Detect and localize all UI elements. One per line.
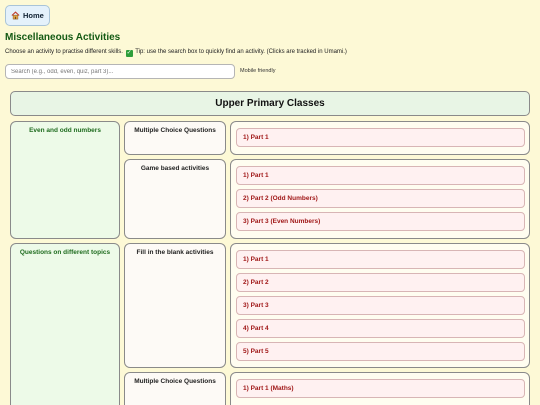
activity-link[interactable]: 1) Part 1: [236, 166, 525, 185]
type-mcq: Multiple Choice Questions: [124, 372, 226, 405]
type-label: Game based activities: [140, 165, 210, 172]
activity-link[interactable]: 1) Part 1: [236, 250, 525, 269]
search-input[interactable]: [5, 64, 235, 79]
type-fill-in-blank: Fill in the blank activities: [124, 243, 226, 368]
section-header: Upper Primary Classes: [10, 91, 530, 116]
intro-text-tip: Tip: use the search box to quickly find …: [135, 49, 347, 55]
parts-list: 1) Part 1 2) Part 2 3) Part 3 4) Part 4 …: [230, 243, 530, 368]
page-title: Miscellaneous Activities: [5, 32, 121, 43]
activity-link[interactable]: 4) Part 4: [236, 319, 525, 338]
activity-link[interactable]: 2) Part 2 (Odd Numbers): [236, 189, 525, 208]
intro-text-start: Choose an activity to practise different…: [5, 49, 123, 55]
activity-link[interactable]: 3) Part 3 (Even Numbers): [236, 212, 525, 231]
mobile-friendly-note: Mobile friendly: [240, 68, 276, 74]
checkmark-icon: ✓: [125, 50, 133, 57]
home-button[interactable]: Home: [5, 5, 50, 26]
activity-link[interactable]: 1) Part 1 (Maths): [236, 379, 525, 398]
topic-different-topics: Questions on different topics: [10, 243, 120, 405]
topic-label: Questions on different topics: [19, 249, 111, 256]
activity-link[interactable]: 1) Part 1: [236, 128, 525, 147]
activity-link[interactable]: 2) Part 2: [236, 273, 525, 292]
activity-link[interactable]: 5) Part 5: [236, 342, 525, 361]
topic-even-odd: Even and odd numbers: [10, 121, 120, 239]
activity-link[interactable]: 3) Part 3: [236, 296, 525, 315]
intro-text: Choose an activity to practise different…: [5, 49, 347, 57]
type-label: Multiple Choice Questions: [134, 127, 216, 134]
topic-label: Even and odd numbers: [29, 127, 101, 134]
parts-list: 1) Part 1 2) Part 2 (Odd Numbers) 3) Par…: [230, 159, 530, 239]
parts-list: 1) Part 1 (Maths): [230, 372, 530, 405]
type-mcq: Multiple Choice Questions: [124, 121, 226, 155]
type-label: Fill in the blank activities: [136, 249, 214, 256]
type-label: Multiple Choice Questions: [134, 378, 216, 385]
home-icon: [11, 11, 20, 20]
home-button-label: Home: [23, 11, 44, 20]
type-game-based: Game based activities: [124, 159, 226, 239]
parts-list: 1) Part 1: [230, 121, 530, 155]
